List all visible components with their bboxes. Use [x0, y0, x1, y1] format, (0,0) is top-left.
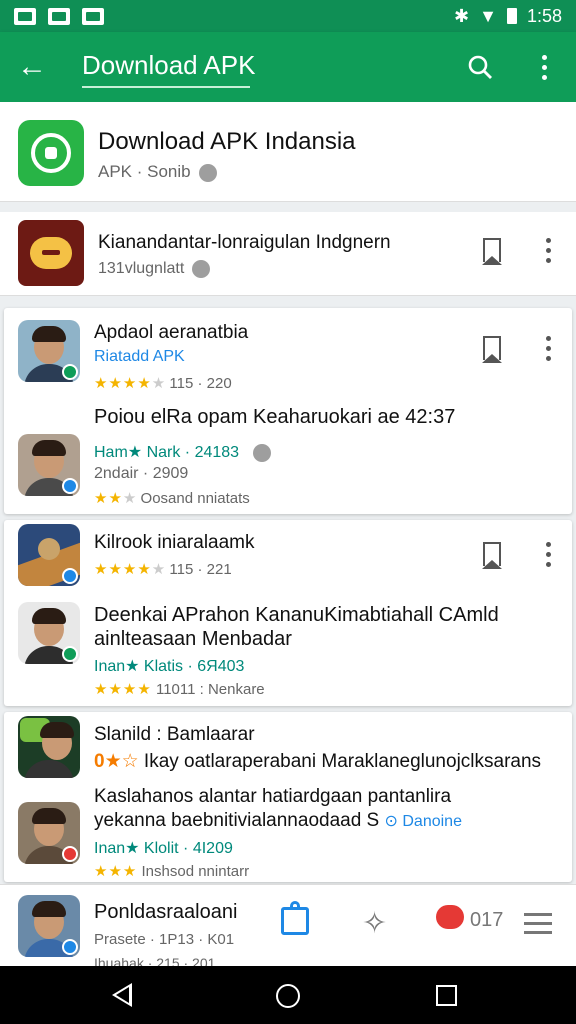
avatar [18, 716, 80, 778]
battery-icon [506, 8, 517, 24]
overflow-menu-icon[interactable] [512, 32, 576, 102]
app-notification-icon [48, 7, 70, 25]
whatsapp-icon [18, 120, 84, 186]
puzzle-icon[interactable]: ✧ [362, 909, 387, 939]
app-toolbar: ← Download APK [0, 32, 576, 102]
link[interactable]: ⊙ Danoine [385, 813, 462, 830]
avatar [18, 320, 80, 382]
card-headline: Deenkai APrahon KananuKimabtiahall CAmld [94, 604, 499, 626]
bottom-item-title: Ponldasraaloani [94, 901, 238, 923]
message-notification-icon [82, 7, 104, 25]
store-bag-icon[interactable] [281, 901, 309, 935]
featured-app-row[interactable]: Kianandantar-lonraigulan Indgnern 131vlu… [0, 212, 576, 296]
item-meta-secondary: 2ndair · 2909 [94, 465, 189, 482]
more-options-icon[interactable] [528, 534, 568, 574]
item-subtitle: Riatadd APK [94, 348, 185, 365]
chat-count: 017 [470, 909, 504, 931]
avatar [18, 895, 80, 957]
app-list-card[interactable]: Slanild : Bamlaarar 0★☆ Ikay oatlarapera… [4, 712, 572, 882]
avatar [18, 802, 80, 864]
header-title: Download APK Indansia [98, 128, 356, 155]
featured-title: Kianandantar-lonraigulan Indgnern [98, 232, 391, 253]
system-back-icon[interactable] [112, 983, 132, 1007]
app-list-card[interactable]: Apdaol aeranatbia Riatadd APK ★★★★★ 115 … [4, 308, 572, 514]
avatar [18, 434, 80, 496]
bottom-navigation: Ponldasraaloani Prasete · 1P13 · K01 Ihu… [0, 884, 576, 971]
item-title: Kilrook iniaralaamk [94, 532, 255, 553]
rating-badge: 0★☆ [94, 751, 139, 772]
avatar [18, 524, 80, 586]
more-options-icon[interactable] [528, 328, 568, 368]
card-headline-line2: ainlteasaan Menbadar [94, 628, 292, 650]
item-rating: ★★★ Inshsod nnintarr [94, 863, 250, 880]
header-subtitle: APK · Sonib [98, 162, 217, 182]
item-rating: ★★★★★ 115 · 221 [94, 561, 232, 578]
search-icon[interactable] [448, 32, 512, 102]
item-meta: Ham★ Nark · 24183 [94, 442, 272, 462]
item-description: 0★☆ Ikay oatlaraperabani Maraklaneglunoj… [94, 751, 542, 772]
app-header-card: Download APK Indansia APK · Sonib [0, 102, 576, 202]
item-rating: ★★★★ 11011 : Nenkare [94, 681, 265, 698]
item-title: Slanild : Bamlaarar [94, 724, 255, 745]
chat-app-icon [18, 220, 84, 286]
item-rating: ★★★★★ 115 · 220 [94, 375, 232, 392]
chat-tag-icon [253, 443, 272, 462]
card-headline: Kaslahanos alantar hatiardgaan pantanlir… [94, 786, 452, 807]
bluetooth-icon: ✱ [454, 5, 470, 26]
system-navigation-bar [0, 966, 576, 1024]
item-title: Apdaol aeranatbia [94, 322, 249, 343]
item-meta: Inan★ Klatis · 6Я403 [94, 658, 245, 675]
card-headline-line2: yekanna baebnitivialannaodaad S ⊙ Danoin… [94, 810, 462, 831]
card-headline: Poiou elRa opam Keaharuokari ae 42:37 [94, 406, 456, 428]
featured-subtitle: 131vlugnlatt [98, 260, 211, 278]
status-bar: ✱ ▼ 1:58 [0, 0, 576, 32]
avatar [18, 602, 80, 664]
system-recents-icon[interactable] [436, 985, 457, 1006]
chat-tag-icon [198, 163, 217, 182]
system-home-icon[interactable] [276, 984, 300, 1008]
hamburger-menu-icon[interactable] [524, 913, 552, 940]
app-list-card[interactable]: Kilrook iniaralaamk ★★★★★ 115 · 221 Deen… [4, 520, 572, 706]
wifi-icon: ▼ [479, 5, 497, 26]
item-meta: Inan★ Klolit · 4I209 [94, 840, 233, 857]
more-options-icon[interactable] [528, 230, 568, 270]
title-underline [82, 86, 250, 88]
gallery-notification-icon [14, 7, 36, 25]
bookmark-icon[interactable] [472, 328, 512, 368]
bottom-item-subtitle: Prasete · 1P13 · K01 [94, 931, 235, 948]
bookmark-icon[interactable] [472, 230, 512, 270]
toolbar-title: Download APK [82, 50, 256, 80]
chat-icon[interactable] [436, 905, 464, 929]
bookmark-icon[interactable] [472, 534, 512, 574]
back-arrow-icon[interactable]: ← [0, 32, 64, 102]
item-rating: ★★★ Oosand nniatats [94, 490, 250, 507]
chat-tag-icon [192, 260, 211, 278]
status-time: 1:58 [526, 5, 562, 26]
